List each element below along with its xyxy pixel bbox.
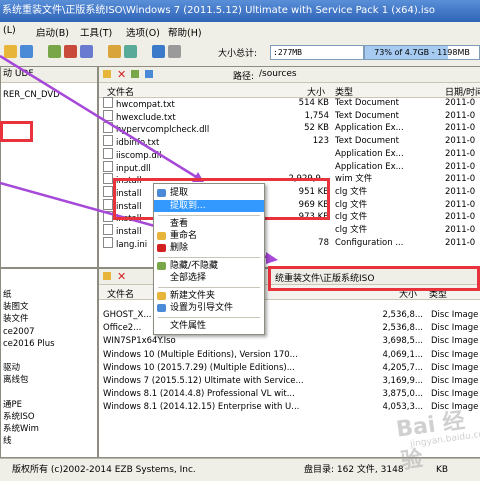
- boot-menu-icon: [157, 304, 166, 312]
- ctx-select-all[interactable]: 全部选择: [154, 272, 264, 284]
- arrow-head-2: [266, 252, 278, 264]
- delete-menu-icon: [157, 244, 166, 252]
- highlight-dest-path: [268, 266, 480, 291]
- disk-info-text: 盘目录: 162 文件, 3148: [304, 465, 404, 475]
- ctx-extract[interactable]: 提取: [154, 187, 264, 199]
- ctx-separator: [158, 287, 260, 288]
- ctx-rename[interactable]: 重命名: [154, 230, 264, 242]
- ctx-delete[interactable]: 删除: [154, 242, 264, 254]
- ctx-separator: [158, 257, 260, 258]
- hide-menu-icon: [157, 262, 166, 270]
- ctx-properties[interactable]: 文件属性: [154, 320, 264, 332]
- context-menu: 提取 提取到... 查看 重命名 删除 隐藏/不隐藏 全部选择 新建文件夹 设置…: [153, 183, 265, 335]
- copyright-text: 版权所有 (c)2002-2014 EZB Systems, Inc.: [12, 465, 196, 475]
- highlight-tree-item: [0, 121, 33, 142]
- ctx-extract-to[interactable]: 提取到...: [154, 200, 264, 212]
- arrow-to-install: [0, 54, 199, 180]
- rename-menu-icon: [157, 232, 166, 240]
- ctx-hide[interactable]: 隐藏/不隐藏: [154, 260, 264, 272]
- ctx-view[interactable]: 查看: [154, 218, 264, 230]
- ctx-separator: [158, 317, 260, 318]
- ctx-set-boot[interactable]: 设置为引导文件: [154, 302, 264, 314]
- new-folder-menu-icon: [157, 292, 166, 300]
- ctx-new-folder[interactable]: 新建文件夹: [154, 290, 264, 302]
- ctx-separator: [158, 215, 260, 216]
- extract-menu-icon: [157, 189, 166, 197]
